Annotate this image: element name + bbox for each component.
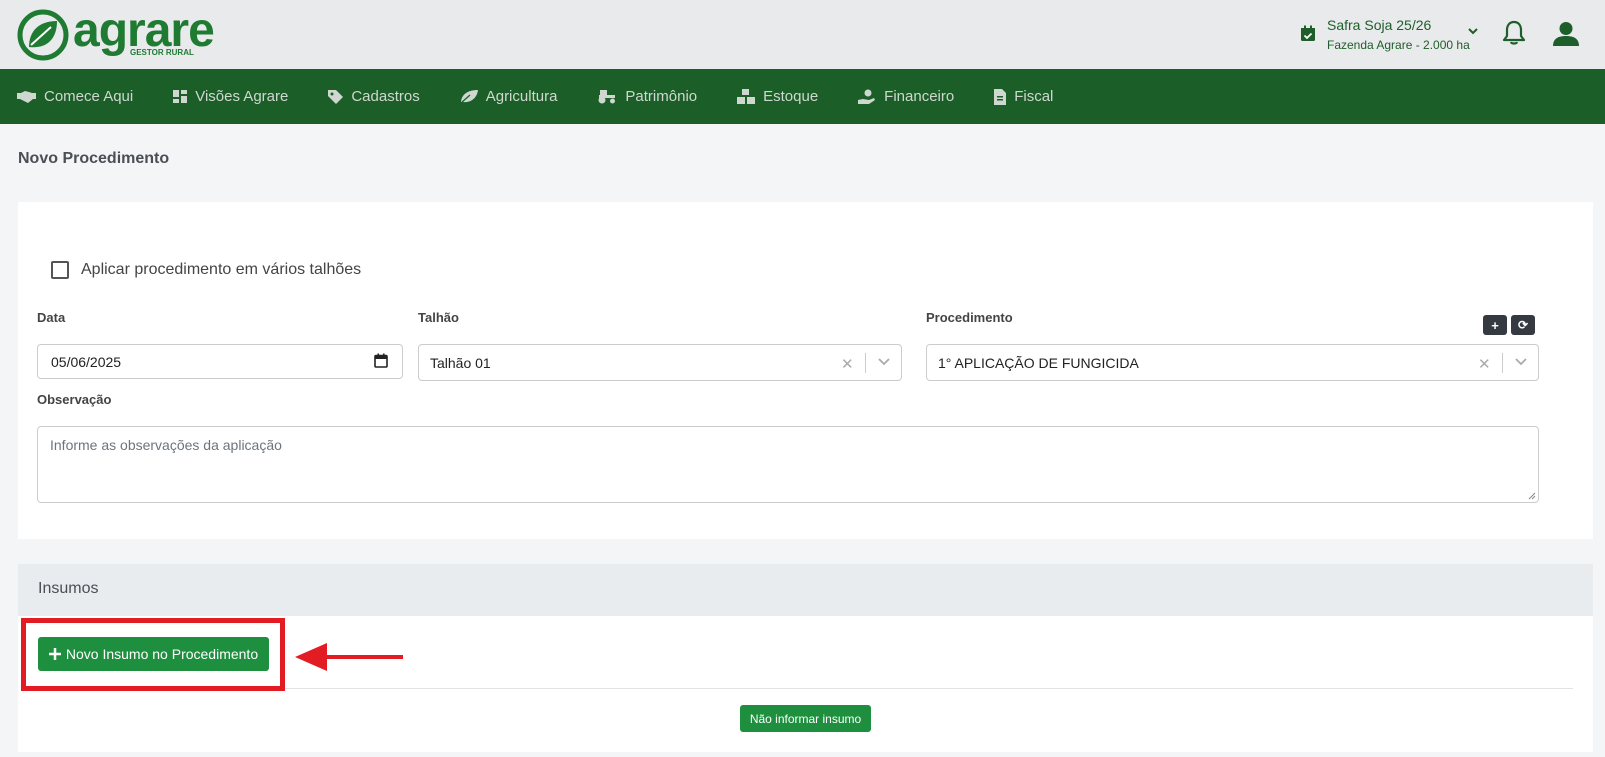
brand-tagline: GESTOR RURAL (130, 48, 194, 57)
nav-item-visoes-agrare[interactable]: Visões Agrare (173, 88, 288, 105)
select-separator (865, 353, 866, 373)
data-label: Data (37, 310, 66, 325)
procedure-form-card: Aplicar procedimento em vários talhões D… (18, 202, 1593, 539)
nav-item-agricultura[interactable]: Agricultura (460, 88, 558, 105)
nav-label: Fiscal (1014, 88, 1054, 105)
clear-icon[interactable]: ✕ (1478, 355, 1491, 373)
highlight-box (21, 618, 285, 691)
nav-label: Agricultura (485, 88, 558, 105)
insumos-header: Insumos (18, 564, 1593, 616)
nao-informar-insumo-button[interactable]: Não informar insumo (740, 705, 871, 732)
tractor-icon (598, 90, 616, 104)
user-avatar-icon[interactable] (1552, 21, 1580, 47)
nav-label: Comece Aqui (44, 88, 134, 105)
chevron-down-icon (1468, 28, 1478, 35)
observacao-textarea[interactable]: Informe as observações da aplicação (37, 426, 1539, 503)
procedimento-select[interactable]: 1° APLICAÇÃO DE FUNGICIDA ✕ (926, 344, 1539, 381)
nav-item-patrimonio[interactable]: Patrimônio (597, 88, 697, 105)
invoice-icon (994, 88, 1007, 105)
tag-icon (328, 89, 344, 104)
nav-item-cadastros[interactable]: Cadastros (328, 88, 420, 105)
resize-handle-icon[interactable] (1527, 491, 1536, 500)
clear-icon[interactable]: ✕ (841, 355, 854, 373)
chevron-down-icon[interactable] (877, 357, 891, 367)
nav-label: Cadastros (351, 88, 420, 105)
leaf-logo-icon (17, 9, 69, 61)
observacao-placeholder: Informe as observações da aplicação (50, 437, 282, 453)
talhao-value: Talhão 01 (430, 355, 491, 371)
procedimento-value: 1° APLICAÇÃO DE FUNGICIDA (938, 355, 1139, 371)
talhao-label: Talhão (418, 310, 459, 325)
multi-talhao-checkbox-row[interactable]: Aplicar procedimento em vários talhões (51, 261, 361, 279)
nav-item-comece-aqui[interactable]: Comece Aqui (17, 88, 133, 105)
add-procedimento-button[interactable]: + (1483, 315, 1507, 335)
chevron-down-icon[interactable] (1514, 357, 1528, 367)
bell-icon[interactable] (1502, 20, 1526, 46)
page-title: Novo Procedimento (18, 150, 170, 167)
calendar-check-icon (1301, 25, 1315, 41)
brand-logo[interactable]: agrare GESTOR RURAL (17, 4, 215, 61)
data-input[interactable]: 05/06/2025 (37, 344, 403, 379)
nav-label: Visões Agrare (195, 88, 289, 105)
nav-item-estoque[interactable]: Estoque (737, 88, 818, 105)
money-hand-icon (858, 89, 876, 104)
insumos-title: Insumos (38, 580, 99, 597)
nav-label: Estoque (763, 88, 819, 105)
boxes-icon (737, 89, 756, 104)
red-arrow-icon (295, 643, 403, 671)
top-header: agrare GESTOR RURAL Safra Soja 25/26 Faz… (0, 0, 1605, 69)
nav-item-fiscal[interactable]: Fiscal (994, 88, 1053, 105)
observacao-label: Observação (37, 392, 112, 407)
multi-talhao-checkbox[interactable] (51, 261, 69, 279)
handshake-icon (17, 90, 36, 103)
nav-label: Patrimônio (625, 88, 698, 105)
nav-item-financeiro[interactable]: Financeiro (858, 88, 954, 105)
leaf-icon (460, 90, 478, 104)
multi-talhao-checkbox-label[interactable]: Aplicar procedimento em vários talhões (81, 261, 361, 279)
data-value: 05/06/2025 (51, 354, 122, 370)
calendar-icon[interactable] (374, 353, 388, 368)
dashboard-icon (173, 90, 188, 103)
safra-farm: Fazenda Agrare - 2.000 ha (1327, 38, 1470, 52)
refresh-procedimento-button[interactable]: ⟳ (1511, 315, 1535, 335)
talhao-select[interactable]: Talhão 01 ✕ (418, 344, 902, 381)
main-nav: Comece Aqui Visões Agrare Cadastros Agri… (0, 69, 1605, 124)
safra-title: Safra Soja 25/26 (1327, 17, 1432, 33)
nav-label: Financeiro (884, 88, 955, 105)
select-separator (1502, 353, 1503, 373)
procedimento-label: Procedimento (926, 310, 1013, 325)
